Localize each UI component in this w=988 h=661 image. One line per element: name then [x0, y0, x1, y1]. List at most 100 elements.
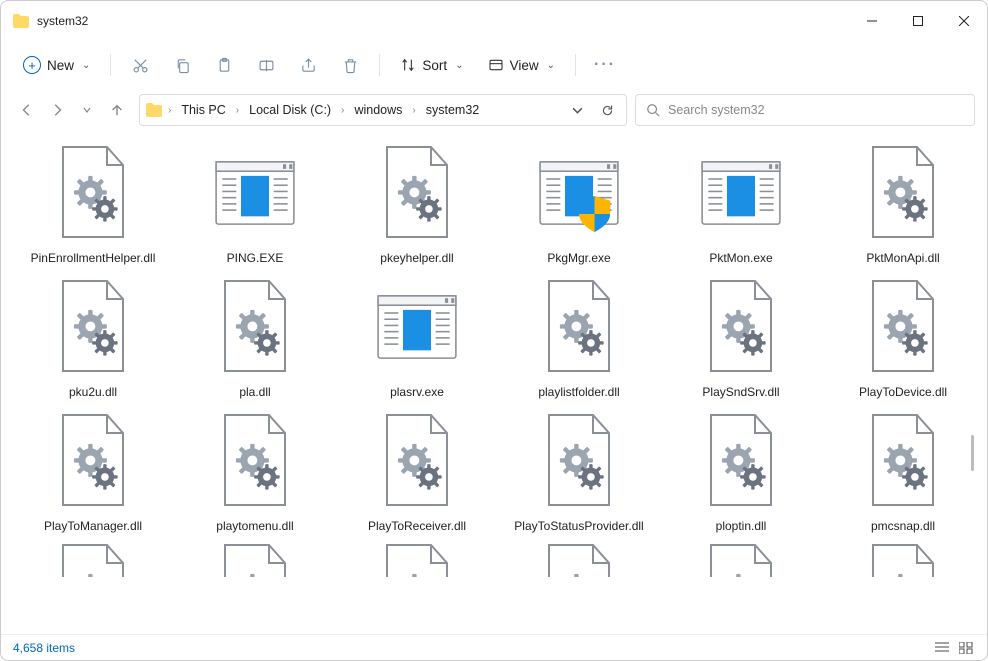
file-item[interactable] [15, 537, 171, 581]
file-item[interactable]: pkeyhelper.dll [339, 135, 495, 265]
file-icon [691, 541, 791, 577]
chevron-right-icon: › [410, 105, 417, 116]
file-name: PlayToManager.dll [18, 519, 168, 533]
file-icon [853, 139, 953, 247]
file-name: PkgMgr.exe [504, 251, 654, 265]
breadcrumb-segment[interactable]: Local Disk (C:) [245, 103, 335, 117]
file-name: playtomenu.dll [180, 519, 330, 533]
file-name: PlayToReceiver.dll [342, 519, 492, 533]
file-name: PinEnrollmentHelper.dll [18, 251, 168, 265]
maximize-button[interactable] [895, 1, 941, 41]
breadcrumb-segment[interactable]: This PC [177, 103, 229, 117]
icons-view-button[interactable] [957, 640, 975, 656]
file-icon [691, 407, 791, 515]
file-icon [43, 273, 143, 381]
chevron-right-icon: › [166, 105, 173, 116]
chevron-right-icon: › [234, 105, 241, 116]
file-name: PlayToDevice.dll [828, 385, 977, 399]
titlebar: system32 [1, 1, 987, 41]
file-item[interactable] [663, 537, 819, 581]
file-name: PlaySndSrv.dll [666, 385, 816, 399]
file-icon [43, 407, 143, 515]
file-icon [853, 541, 953, 577]
file-item[interactable]: pmcsnap.dll [825, 403, 977, 533]
minimize-button[interactable] [849, 1, 895, 41]
file-item[interactable]: PING.EXE [177, 135, 333, 265]
details-view-button[interactable] [933, 640, 951, 656]
paste-button[interactable] [205, 48, 243, 82]
chevron-down-icon: ⌄ [547, 60, 555, 71]
file-name: pkeyhelper.dll [342, 251, 492, 265]
view-label: View [510, 58, 539, 73]
file-item[interactable]: PkgMgr.exe [501, 135, 657, 265]
up-button[interactable] [103, 96, 131, 124]
address-bar[interactable]: › This PC › Local Disk (C:) › windows › … [139, 94, 627, 126]
file-item[interactable]: ploptin.dll [663, 403, 819, 533]
refresh-button[interactable] [594, 97, 620, 123]
delete-button[interactable] [331, 48, 369, 82]
recent-button[interactable] [73, 96, 101, 124]
file-name: plasrv.exe [342, 385, 492, 399]
sort-label: Sort [422, 58, 447, 73]
breadcrumb-segment[interactable]: system32 [422, 103, 484, 117]
new-button[interactable]: + New ⌄ [13, 48, 100, 82]
view-button[interactable]: View ⌄ [478, 48, 565, 82]
file-icon [205, 541, 305, 577]
address-chevron-button[interactable] [564, 97, 590, 123]
file-icon [367, 139, 467, 247]
item-count: 4,658 items [13, 641, 75, 655]
close-button[interactable] [941, 1, 987, 41]
file-name: pku2u.dll [18, 385, 168, 399]
status-bar: 4,658 items [1, 634, 987, 660]
plus-icon: + [23, 56, 41, 74]
chevron-right-icon: › [339, 105, 346, 116]
file-item[interactable] [501, 537, 657, 581]
file-name: PktMon.exe [666, 251, 816, 265]
copy-button[interactable] [163, 48, 201, 82]
file-icon [853, 407, 953, 515]
file-name: PlayToStatusProvider.dll [504, 519, 654, 533]
file-name: pmcsnap.dll [828, 519, 977, 533]
file-item[interactable] [339, 537, 495, 581]
more-button[interactable]: ··· [586, 48, 624, 82]
chevron-down-icon: ⌄ [82, 60, 90, 71]
file-item[interactable]: PinEnrollmentHelper.dll [15, 135, 171, 265]
file-name: PktMonApi.dll [828, 251, 977, 265]
file-icon [529, 407, 629, 515]
file-item[interactable]: PlayToStatusProvider.dll [501, 403, 657, 533]
back-button[interactable] [13, 96, 41, 124]
file-item[interactable]: playtomenu.dll [177, 403, 333, 533]
file-name: pla.dll [180, 385, 330, 399]
search-box[interactable] [635, 94, 975, 126]
file-item[interactable]: PlayToDevice.dll [825, 269, 977, 399]
navbar: › This PC › Local Disk (C:) › windows › … [1, 89, 987, 131]
share-button[interactable] [289, 48, 327, 82]
file-icon [205, 273, 305, 381]
file-item[interactable]: plasrv.exe [339, 269, 495, 399]
file-item[interactable]: PlayToReceiver.dll [339, 403, 495, 533]
file-item[interactable]: PlayToManager.dll [15, 403, 171, 533]
file-item[interactable]: PlaySndSrv.dll [663, 269, 819, 399]
file-list: PinEnrollmentHelper.dll PING.EXE pkeyhelpe… [1, 135, 977, 632]
file-item[interactable]: pku2u.dll [15, 269, 171, 399]
file-item[interactable]: pla.dll [177, 269, 333, 399]
file-icon [205, 407, 305, 515]
rename-button[interactable] [247, 48, 285, 82]
sort-button[interactable]: Sort ⌄ [390, 48, 473, 82]
toolbar: + New ⌄ Sort ⌄ View ⌄ ··· [1, 41, 987, 89]
file-item[interactable] [825, 537, 977, 581]
search-input[interactable] [668, 103, 964, 117]
file-icon [853, 273, 953, 381]
cut-button[interactable] [121, 48, 159, 82]
file-icon [529, 541, 629, 577]
folder-icon [13, 14, 29, 28]
file-item[interactable]: PktMon.exe [663, 135, 819, 265]
file-icon [43, 139, 143, 247]
search-icon [646, 103, 660, 117]
breadcrumb-segment[interactable]: windows [350, 103, 406, 117]
file-item[interactable]: PktMonApi.dll [825, 135, 977, 265]
file-item[interactable]: playlistfolder.dll [501, 269, 657, 399]
forward-button[interactable] [43, 96, 71, 124]
file-item[interactable] [177, 537, 333, 581]
scrollbar-thumb[interactable] [971, 435, 974, 471]
